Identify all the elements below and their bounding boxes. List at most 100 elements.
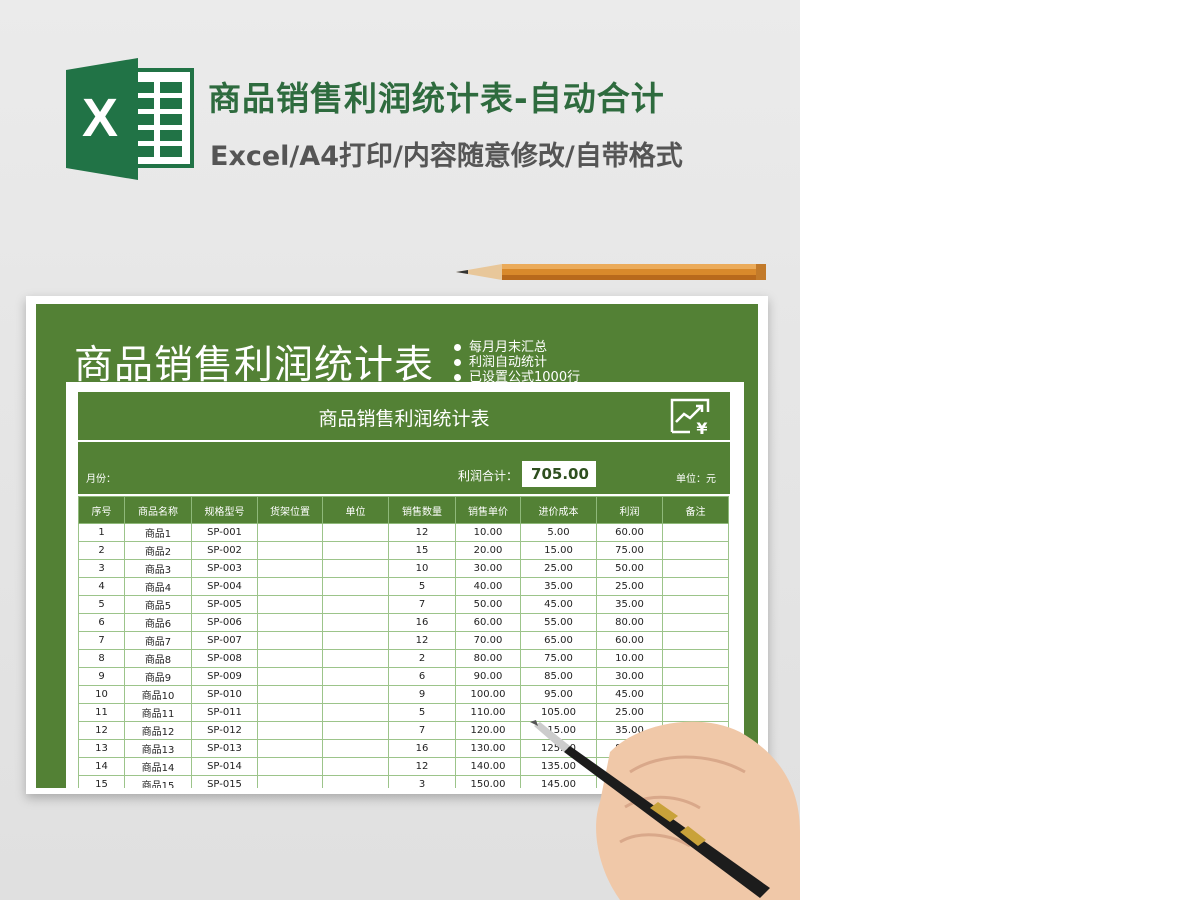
table-cell[interactable]: 40.00 [455, 577, 521, 596]
table-cell[interactable]: 120.00 [455, 721, 521, 740]
table-cell[interactable] [257, 775, 323, 788]
table-cell[interactable]: SP-008 [191, 649, 258, 668]
table-cell[interactable] [662, 559, 729, 578]
table-cell[interactable]: 5 [78, 595, 125, 614]
table-cell[interactable]: 10.00 [455, 523, 521, 542]
table-cell[interactable]: 16 [388, 739, 456, 758]
table-cell[interactable]: 25.00 [596, 577, 663, 596]
table-cell[interactable] [257, 541, 323, 560]
table-cell[interactable]: 商品12 [124, 721, 192, 740]
table-cell[interactable] [322, 595, 389, 614]
table-cell[interactable] [662, 667, 729, 686]
table-cell[interactable]: 60.00 [596, 523, 663, 542]
profit-total-cell[interactable]: 705.00 [522, 461, 596, 487]
table-cell[interactable]: 75.00 [596, 541, 663, 560]
table-cell[interactable]: 30.00 [596, 667, 663, 686]
table-cell[interactable]: 12 [388, 631, 456, 650]
column-header[interactable]: 货架位置 [257, 496, 323, 524]
table-cell[interactable]: 13 [78, 739, 125, 758]
table-cell[interactable] [662, 613, 729, 632]
table-cell[interactable]: 16 [388, 613, 456, 632]
column-header[interactable]: 单位 [322, 496, 389, 524]
table-cell[interactable]: 50.00 [596, 559, 663, 578]
column-header[interactable]: 商品名称 [124, 496, 192, 524]
table-cell[interactable] [257, 631, 323, 650]
table-cell[interactable]: 商品4 [124, 577, 192, 596]
table-cell[interactable]: 商品7 [124, 631, 192, 650]
column-header[interactable]: 进价成本 [520, 496, 597, 524]
table-cell[interactable] [257, 595, 323, 614]
table-cell[interactable]: 70.00 [455, 631, 521, 650]
table-cell[interactable]: 2 [78, 541, 125, 560]
table-cell[interactable] [662, 685, 729, 704]
table-cell[interactable] [257, 721, 323, 740]
table-cell[interactable]: SP-002 [191, 541, 258, 560]
column-header[interactable]: 利润 [596, 496, 663, 524]
table-cell[interactable] [322, 523, 389, 542]
table-cell[interactable]: 商品9 [124, 667, 192, 686]
table-cell[interactable]: 45.00 [596, 685, 663, 704]
table-cell[interactable] [322, 757, 389, 776]
table-cell[interactable]: 45.00 [520, 595, 597, 614]
table-cell[interactable]: 9 [388, 685, 456, 704]
table-cell[interactable]: 商品14 [124, 757, 192, 776]
table-cell[interactable]: 5 [388, 703, 456, 722]
table-cell[interactable]: 5.00 [520, 523, 597, 542]
table-cell[interactable]: 130.00 [455, 739, 521, 758]
table-cell[interactable] [322, 577, 389, 596]
table-cell[interactable]: 12 [388, 523, 456, 542]
table-cell[interactable]: SP-004 [191, 577, 258, 596]
table-cell[interactable]: 10 [388, 559, 456, 578]
table-cell[interactable] [322, 631, 389, 650]
table-cell[interactable] [662, 595, 729, 614]
table-cell[interactable] [257, 685, 323, 704]
table-cell[interactable]: 6 [78, 613, 125, 632]
table-cell[interactable]: 1 [78, 523, 125, 542]
table-cell[interactable]: 商品1 [124, 523, 192, 542]
table-cell[interactable]: 3 [388, 775, 456, 788]
table-cell[interactable]: 商品11 [124, 703, 192, 722]
table-cell[interactable]: 商品2 [124, 541, 192, 560]
column-header[interactable]: 序号 [78, 496, 125, 524]
table-cell[interactable]: 75.00 [520, 649, 597, 668]
table-cell[interactable]: SP-010 [191, 685, 258, 704]
table-cell[interactable]: SP-013 [191, 739, 258, 758]
table-cell[interactable]: 15.00 [520, 541, 597, 560]
table-cell[interactable] [322, 667, 389, 686]
table-cell[interactable]: 9 [78, 667, 125, 686]
table-cell[interactable]: 12 [78, 721, 125, 740]
table-cell[interactable]: 6 [388, 667, 456, 686]
table-cell[interactable]: 7 [388, 595, 456, 614]
table-cell[interactable]: 11 [78, 703, 125, 722]
table-cell[interactable]: SP-001 [191, 523, 258, 542]
table-cell[interactable]: 12 [388, 757, 456, 776]
table-cell[interactable]: 60.00 [455, 613, 521, 632]
table-cell[interactable] [322, 703, 389, 722]
table-cell[interactable] [662, 523, 729, 542]
table-cell[interactable]: 95.00 [520, 685, 597, 704]
table-cell[interactable]: 商品10 [124, 685, 192, 704]
table-cell[interactable]: SP-007 [191, 631, 258, 650]
table-cell[interactable]: 80.00 [596, 613, 663, 632]
table-cell[interactable] [322, 685, 389, 704]
table-cell[interactable] [257, 667, 323, 686]
table-cell[interactable]: 35.00 [520, 577, 597, 596]
table-cell[interactable]: 30.00 [455, 559, 521, 578]
table-cell[interactable]: 15 [78, 775, 125, 788]
table-cell[interactable]: 商品15 [124, 775, 192, 788]
table-cell[interactable] [322, 559, 389, 578]
table-cell[interactable] [322, 739, 389, 758]
table-cell[interactable] [257, 757, 323, 776]
table-cell[interactable]: SP-011 [191, 703, 258, 722]
table-cell[interactable]: SP-012 [191, 721, 258, 740]
table-cell[interactable] [257, 613, 323, 632]
table-cell[interactable] [662, 541, 729, 560]
table-cell[interactable]: 10.00 [596, 649, 663, 668]
table-cell[interactable]: 85.00 [520, 667, 597, 686]
column-header[interactable]: 销售数量 [388, 496, 456, 524]
table-cell[interactable]: 商品8 [124, 649, 192, 668]
table-cell[interactable] [322, 541, 389, 560]
table-cell[interactable] [662, 649, 729, 668]
table-cell[interactable]: SP-006 [191, 613, 258, 632]
table-cell[interactable]: 2 [388, 649, 456, 668]
